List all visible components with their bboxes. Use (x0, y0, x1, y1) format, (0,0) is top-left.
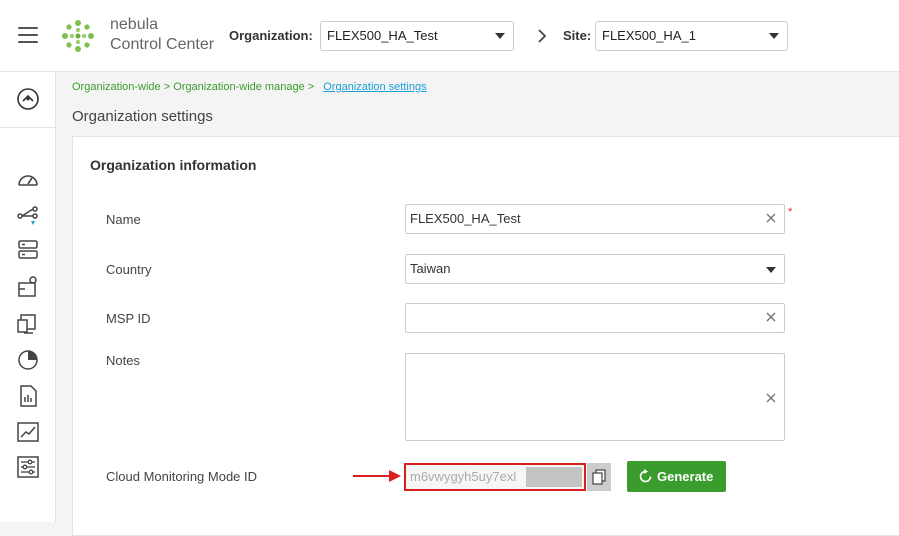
hamburger-menu-icon[interactable] (18, 27, 38, 43)
trend-chart-icon (17, 422, 39, 442)
sidebar-item-devices[interactable] (16, 312, 40, 336)
brand-line2: Control Center (110, 36, 215, 53)
notes-label: Notes (106, 353, 140, 368)
country-value: Taiwan (410, 261, 451, 276)
topology-icon (17, 206, 38, 225)
annotation-arrow-icon (353, 470, 401, 482)
msp-id-input[interactable] (405, 303, 785, 333)
breadcrumb-separator: > (163, 81, 171, 93)
chevron-down-icon (495, 33, 505, 39)
organization-label: Organization: (229, 28, 313, 43)
clear-icon[interactable] (765, 392, 777, 404)
brand-name: nebula Control Center (110, 15, 214, 55)
sidebar-item-servers[interactable] (16, 238, 40, 262)
dashboard-gauge-icon[interactable] (16, 87, 40, 111)
name-value: FLEX500_HA_Test (410, 211, 521, 226)
country-label: Country (106, 262, 152, 277)
cloud-monitoring-id-field[interactable]: m6vwygyh5uy7exl (404, 463, 586, 491)
name-label: Name (106, 212, 141, 227)
gauge-icon (18, 175, 38, 186)
refresh-icon (639, 469, 652, 483)
left-sidebar (0, 72, 56, 522)
notes-textarea[interactable] (405, 353, 785, 441)
card-title: Organization information (90, 157, 257, 173)
pie-chart-icon (18, 350, 38, 370)
generate-label: Generate (657, 469, 714, 484)
map-pin-icon (18, 276, 37, 297)
cloud-monitoring-label: Cloud Monitoring Mode ID (106, 469, 258, 484)
country-select[interactable]: Taiwan (405, 254, 785, 284)
chevron-down-icon (766, 267, 776, 273)
name-input[interactable]: FLEX500_HA_Test (405, 204, 785, 234)
page-title: Organization settings (72, 108, 213, 125)
sidebar-item-trends[interactable] (16, 420, 40, 444)
top-header: nebula Control Center Organization: FLEX… (0, 0, 899, 72)
organization-select[interactable]: FLEX500_HA_Test (320, 21, 514, 51)
server-list-icon (18, 240, 38, 259)
clear-icon[interactable] (765, 212, 777, 224)
organization-info-card: Organization information Name FLEX500_HA… (72, 136, 899, 536)
breadcrumb-organization-wide-manage[interactable]: Organization-wide manage (173, 81, 304, 93)
breadcrumb-separator: > (307, 81, 315, 93)
msp-id-label: MSP ID (106, 311, 151, 326)
chevron-right-icon (538, 29, 547, 43)
copy-button[interactable] (587, 463, 611, 491)
generate-button[interactable]: Generate (627, 461, 726, 492)
sidebar-item-monitor-gauge[interactable] (16, 168, 40, 192)
sidebar-item-settings[interactable] (16, 455, 40, 479)
breadcrumb-organization-wide[interactable]: Organization-wide (72, 81, 161, 93)
site-label: Site: (563, 28, 592, 43)
devices-icon (17, 314, 36, 334)
organization-value: FLEX500_HA_Test (327, 28, 438, 43)
sidebar-item-reports[interactable] (16, 384, 40, 408)
chevron-down-icon (769, 33, 779, 39)
settings-sliders-icon (17, 456, 39, 478)
nebula-logo-icon (62, 20, 94, 52)
site-value: FLEX500_HA_1 (602, 28, 696, 43)
sidebar-item-analytics[interactable] (16, 347, 40, 371)
site-select[interactable]: FLEX500_HA_1 (595, 21, 788, 51)
report-document-icon (20, 385, 37, 407)
sidebar-item-location[interactable] (16, 275, 40, 299)
redaction-mask (526, 467, 582, 487)
breadcrumb: Organization-wide > Organization-wide ma… (72, 81, 427, 93)
clear-icon[interactable] (765, 311, 777, 323)
required-asterisk: * (788, 206, 793, 218)
copy-icon (592, 469, 606, 485)
sidebar-top (0, 72, 56, 128)
brand-line1: nebula (110, 16, 159, 33)
breadcrumb-current[interactable]: Organization settings (323, 81, 426, 93)
sidebar-item-topology[interactable] (16, 204, 40, 228)
cloud-monitoring-id-value: m6vwygyh5uy7exl (410, 469, 517, 484)
